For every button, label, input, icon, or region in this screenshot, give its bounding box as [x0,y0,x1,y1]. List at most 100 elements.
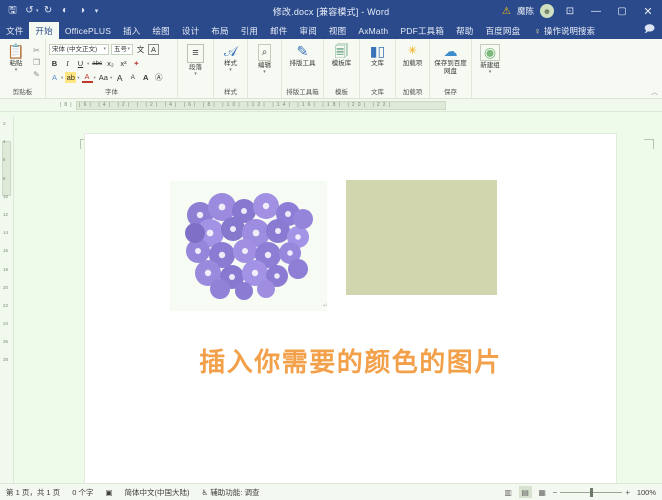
font-color-icon[interactable]: A [81,72,93,83]
tab-axmath[interactable]: AxMath [352,22,394,39]
chevron-down-icon[interactable]: ▾ [15,67,18,73]
chevron-down-icon[interactable]: ▾ [94,75,96,81]
title-bar: 🖫 ↺ ▾ ↻ ◐ ◑ ▾ 修改.docx [兼容模式] - Word ⚠ 魔陈… [0,0,662,22]
close-button[interactable]: ✕ [638,1,658,21]
redo-icon[interactable]: ↻ [41,3,56,19]
print-icon[interactable]: ◐ [58,3,73,19]
tab-file[interactable]: 文件 [0,22,29,39]
read-mode-view-button[interactable]: ▥ [502,486,515,498]
tab-pdf-toolbox[interactable]: PDF工具箱 [394,22,450,39]
tab-home[interactable]: 开始 [29,22,59,39]
purple-flowers-photo[interactable] [170,181,327,311]
chevron-down-icon[interactable]: ▾ [77,75,79,81]
chevron-down-icon[interactable]: ▾ [61,75,63,81]
chevron-down-icon[interactable]: ▾ [489,69,492,75]
warning-triangle-icon[interactable]: ⚠ [502,6,511,17]
chevron-down-icon[interactable]: ▾ [229,67,232,73]
clear-formatting-icon[interactable]: ✦ [131,58,142,69]
tab-help[interactable]: 帮助 [450,22,479,39]
tab-layout[interactable]: 布局 [205,22,234,39]
tab-officeplus[interactable]: OfficePLUS [59,22,117,39]
enclose-character-icon[interactable]: Ⓐ [153,72,164,83]
chevron-down-icon[interactable]: ▾ [103,45,106,54]
chevron-down-icon[interactable]: ▾ [127,45,130,54]
group-label-new [475,88,505,98]
template-library-button[interactable]: 🗐 模板库 [329,42,355,68]
collapse-ribbon-chevron-icon[interactable]: ︿ [651,87,658,97]
grow-font-button[interactable]: A [114,72,125,83]
zoom-in-button[interactable]: + [625,488,630,497]
character-border-icon[interactable]: A [148,44,159,55]
tab-review[interactable]: 审阅 [294,22,323,39]
library-button[interactable]: ▮▯ 文库 [365,42,391,68]
zoom-slider-track[interactable] [560,487,623,497]
minimize-button[interactable]: — [586,1,606,21]
horizontal-ruler[interactable]: |8| |6| |4| |2| | |2| |4| |6| |8| |10| |… [0,99,662,112]
underline-button[interactable]: U [75,58,86,69]
chevron-down-icon[interactable]: ▾ [263,69,266,75]
chevron-down-icon[interactable]: ▾ [87,61,89,67]
styles-button[interactable]: 𝒜 样式 ▾ [218,42,244,73]
undo-icon[interactable]: ↺ [22,3,37,19]
copy-icon[interactable]: ❐ [31,57,42,68]
strikethrough-button[interactable]: abc [91,58,103,69]
language-status[interactable]: 简体中文(中国大陆) [119,487,196,498]
paste-button[interactable]: 📋 粘贴 ▾ [3,42,29,73]
tab-mailings[interactable]: 邮件 [264,22,293,39]
text-highlight-icon[interactable]: ab [65,72,77,83]
tab-design[interactable]: 设计 [176,22,205,39]
group-label-editing [251,88,278,98]
character-shading-icon[interactable]: Aa [98,72,109,83]
font-name-input[interactable]: 宋体 (中文正文) ▾ [49,44,109,55]
save-icon[interactable]: 🖫 [5,3,20,19]
user-avatar-icon[interactable]: ☻ [540,4,554,18]
tell-me-search[interactable]: ♀ 操作说明搜索 [526,22,595,39]
chevron-down-icon[interactable]: ▾ [194,71,197,77]
zoom-out-button[interactable]: − [553,488,558,497]
font-size-input[interactable]: 五号 ▾ [111,44,133,55]
text-effects-icon[interactable]: A [49,72,60,83]
document-heading-text[interactable]: 插入你需要的颜色的图片 [85,342,616,379]
scissors-icon[interactable]: ✂ [31,45,42,56]
paragraph-button[interactable]: ≡ 段落 ▾ [183,42,209,77]
zoom-level-label[interactable]: 100% [634,488,656,497]
touch-mode-icon[interactable]: ◑ [75,3,90,19]
customize-quick-access-icon[interactable]: ▾ [92,3,102,19]
chevron-down-icon[interactable]: ▾ [36,8,39,14]
addins-button[interactable]: ✳ 加载项 [400,42,426,68]
typeset-tool-button[interactable]: ✎ 排版工具 [285,42,320,68]
account-name[interactable]: 魔陈 [517,5,534,17]
tab-references[interactable]: 引用 [235,22,264,39]
accessibility-status[interactable]: ♿ 辅助功能: 调查 [196,487,266,498]
khaki-color-block[interactable] [346,180,497,295]
new-group-button[interactable]: ◉ 新建组 ▾ [477,42,503,75]
subscript-button[interactable]: x₂ [105,58,116,69]
web-layout-view-button[interactable]: ▦ [536,486,549,498]
ribbon-display-options-icon[interactable]: ⊡ [560,1,580,21]
print-layout-view-button[interactable]: ▤ [518,486,532,498]
zoom-slider-thumb[interactable] [590,487,594,497]
tab-baidu-netdisk[interactable]: 百度网盘 [479,22,526,39]
tab-view[interactable]: 视图 [323,22,352,39]
chevron-down-icon[interactable]: ▾ [110,75,112,81]
character-scaling-icon[interactable]: A [140,72,151,83]
tab-draw[interactable]: 绘图 [146,22,175,39]
page-number-status[interactable]: 第 1 页，共 1 页 [0,487,66,498]
comment-icon[interactable]: 🗩 [644,22,655,39]
word-count-status[interactable]: 0 个字 [66,487,99,498]
tab-insert[interactable]: 插入 [117,22,146,39]
document-canvas[interactable]: ↵ 插入你需要的颜色的图片 [14,117,662,483]
phonetic-guide-icon[interactable]: 文 [135,44,146,55]
editing-button[interactable]: ⌕ 编辑 ▾ [252,42,278,75]
save-to-baidu-netdisk-button[interactable]: ☁ 保存到百度网盘 [433,42,468,75]
maximize-button[interactable]: ▢ [612,1,632,21]
italic-button[interactable]: I [62,58,73,69]
proofing-errors-icon[interactable]: ▣ [99,488,118,497]
shrink-font-button[interactable]: A [127,72,138,83]
zoom-slider[interactable]: − + [553,487,630,497]
superscript-button[interactable]: x² [118,58,129,69]
format-painter-icon[interactable]: ✎ [31,69,42,80]
vertical-ruler[interactable]: 2 4 6 8 10 12 14 16 18 20 22 24 26 28 [0,117,14,483]
bold-button[interactable]: B [49,58,60,69]
document-page[interactable]: ↵ 插入你需要的颜色的图片 [85,134,616,483]
